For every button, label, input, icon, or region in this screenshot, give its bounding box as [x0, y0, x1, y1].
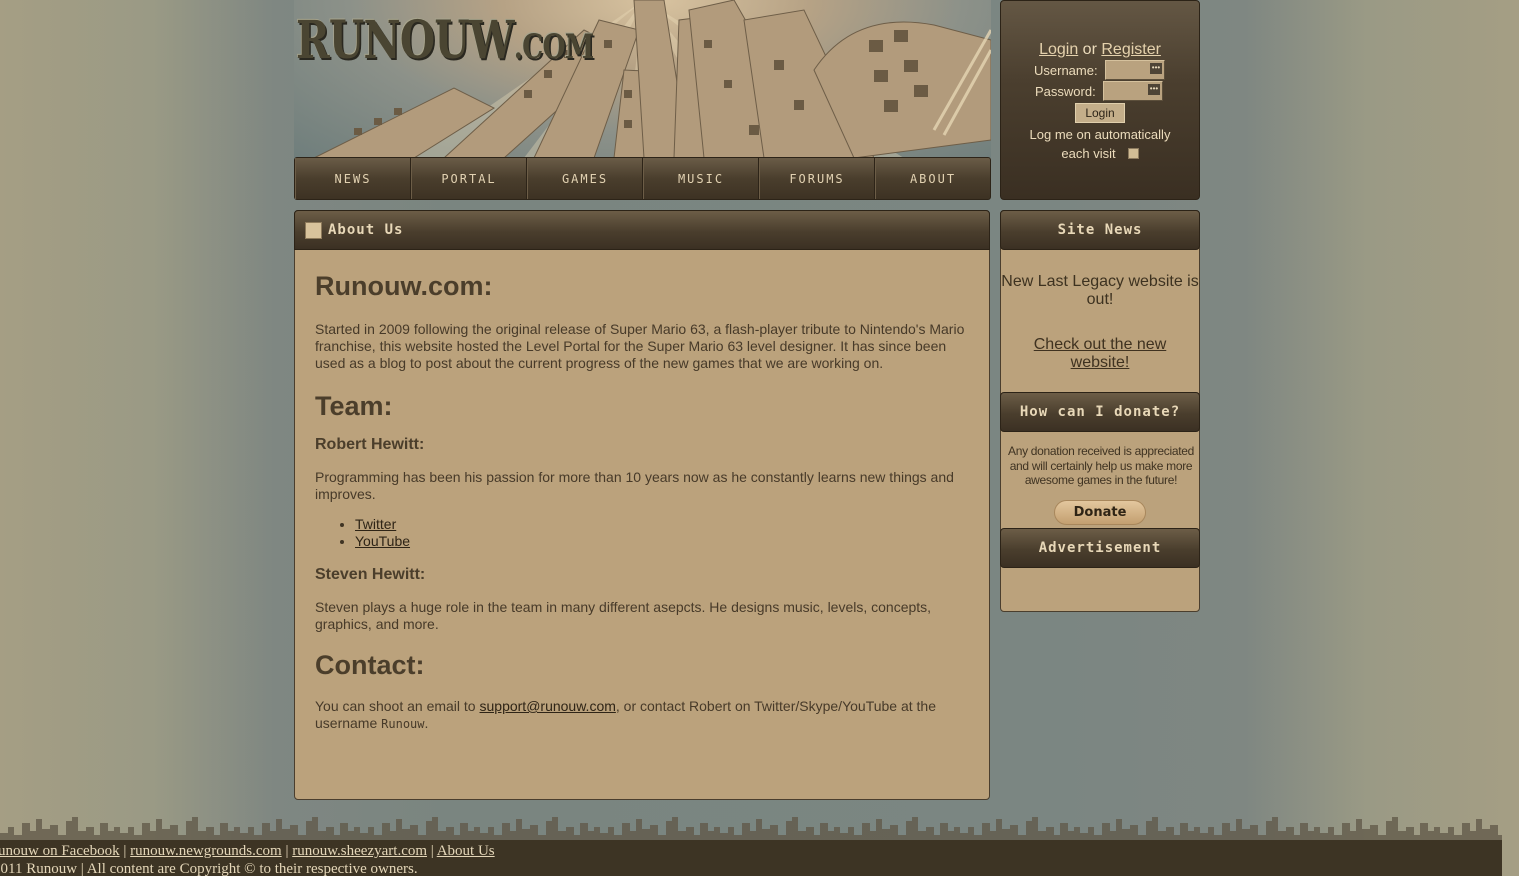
- list-item: Twitter: [355, 516, 975, 533]
- youtube-link[interactable]: YouTube: [355, 533, 410, 549]
- donate-button[interactable]: Donate: [1054, 500, 1146, 525]
- member2-name: Steven Hewitt:: [315, 566, 426, 583]
- member1-name: Robert Hewitt:: [315, 436, 425, 453]
- password-input[interactable]: •••: [1103, 81, 1163, 101]
- nav-games[interactable]: GAMES: [527, 158, 643, 199]
- footer-about-link[interactable]: About Us: [437, 843, 495, 859]
- site-news-header: Site News: [1000, 210, 1200, 250]
- site-logo[interactable]: RUNOUW.COM: [296, 10, 594, 71]
- header-banner: RUNOUW.COM: [294, 0, 991, 158]
- contact-text: You can shoot an email to support@runouw…: [315, 698, 937, 731]
- footer-links: Runouw on Facebook | runouw.newgrounds.c…: [0, 842, 1490, 860]
- nav-forums[interactable]: FORUMS: [759, 158, 875, 199]
- login-button[interactable]: Login: [1075, 103, 1125, 123]
- main-nav: NEWS PORTAL GAMES MUSIC FORUMS ABOUT: [294, 157, 991, 200]
- nav-portal[interactable]: PORTAL: [411, 158, 527, 199]
- username-code: Runouw: [381, 717, 425, 731]
- heading-site: Runouw.com:: [315, 271, 493, 301]
- about-panel-header: About Us: [294, 210, 990, 250]
- password-label: Password:: [1035, 84, 1096, 99]
- footer-newgrounds-link[interactable]: runouw.newgrounds.com: [130, 843, 282, 859]
- donate-text: Any donation received is appreciated and…: [1008, 444, 1194, 487]
- panel-square-icon: [305, 221, 322, 239]
- donate-header: How can I donate?: [1000, 392, 1200, 432]
- footer-facebook-link[interactable]: Runouw on Facebook: [0, 843, 120, 859]
- footer-sheezyart-link[interactable]: runouw.sheezyart.com: [292, 843, 427, 859]
- intro-text: Started in 2009 following the original r…: [315, 321, 965, 371]
- login-title: Login or Register: [1001, 41, 1199, 59]
- twitter-link[interactable]: Twitter: [355, 516, 396, 532]
- heading-contact: Contact:: [315, 650, 425, 680]
- username-label: Username:: [1034, 63, 1098, 78]
- list-item: YouTube: [355, 533, 975, 550]
- keyboard-icon: •••: [1148, 84, 1160, 95]
- email-link[interactable]: support@runouw.com: [480, 698, 616, 714]
- auto-login-checkbox[interactable]: [1127, 148, 1139, 159]
- news-link[interactable]: Check out the new website!: [1034, 336, 1167, 371]
- member1-bio: Programming has been his passion for mor…: [315, 469, 954, 502]
- username-input[interactable]: •••: [1105, 60, 1165, 80]
- right-sidebar: Site News New Last Legacy website is out…: [1000, 210, 1200, 612]
- register-link[interactable]: Register: [1101, 41, 1161, 58]
- nav-news[interactable]: NEWS: [295, 158, 411, 199]
- member2-bio: Steven plays a huge role in the team in …: [315, 599, 932, 632]
- or-text: or: [1082, 41, 1097, 58]
- heading-team: Team:: [315, 391, 393, 421]
- news-headline: New Last Legacy website is out!: [1001, 273, 1199, 308]
- auto-login-label-2: each visit: [1061, 146, 1116, 161]
- advertisement-header: Advertisement: [1000, 528, 1200, 568]
- about-panel: About Us Runouw.com: Started in 2009 fol…: [294, 210, 990, 800]
- login-link[interactable]: Login: [1039, 41, 1078, 58]
- about-content: Runouw.com: Started in 2009 following th…: [315, 251, 975, 733]
- footer-copyright: 2011 Runouw | All content are Copyright …: [0, 861, 418, 876]
- auto-login-label-1: Log me on automatically: [1029, 127, 1171, 142]
- member1-links: Twitter YouTube: [315, 516, 975, 550]
- login-panel: Login or Register Username: ••• Password…: [1000, 0, 1200, 200]
- about-panel-title: About Us: [328, 222, 404, 238]
- keyboard-icon: •••: [1150, 63, 1162, 74]
- nav-about[interactable]: ABOUT: [875, 158, 990, 199]
- nav-music[interactable]: MUSIC: [643, 158, 759, 199]
- auto-login: Log me on automatically each visit: [1001, 125, 1199, 163]
- footer-skyline: [0, 805, 1502, 843]
- footer: Runouw on Facebook | runouw.newgrounds.c…: [0, 840, 1502, 876]
